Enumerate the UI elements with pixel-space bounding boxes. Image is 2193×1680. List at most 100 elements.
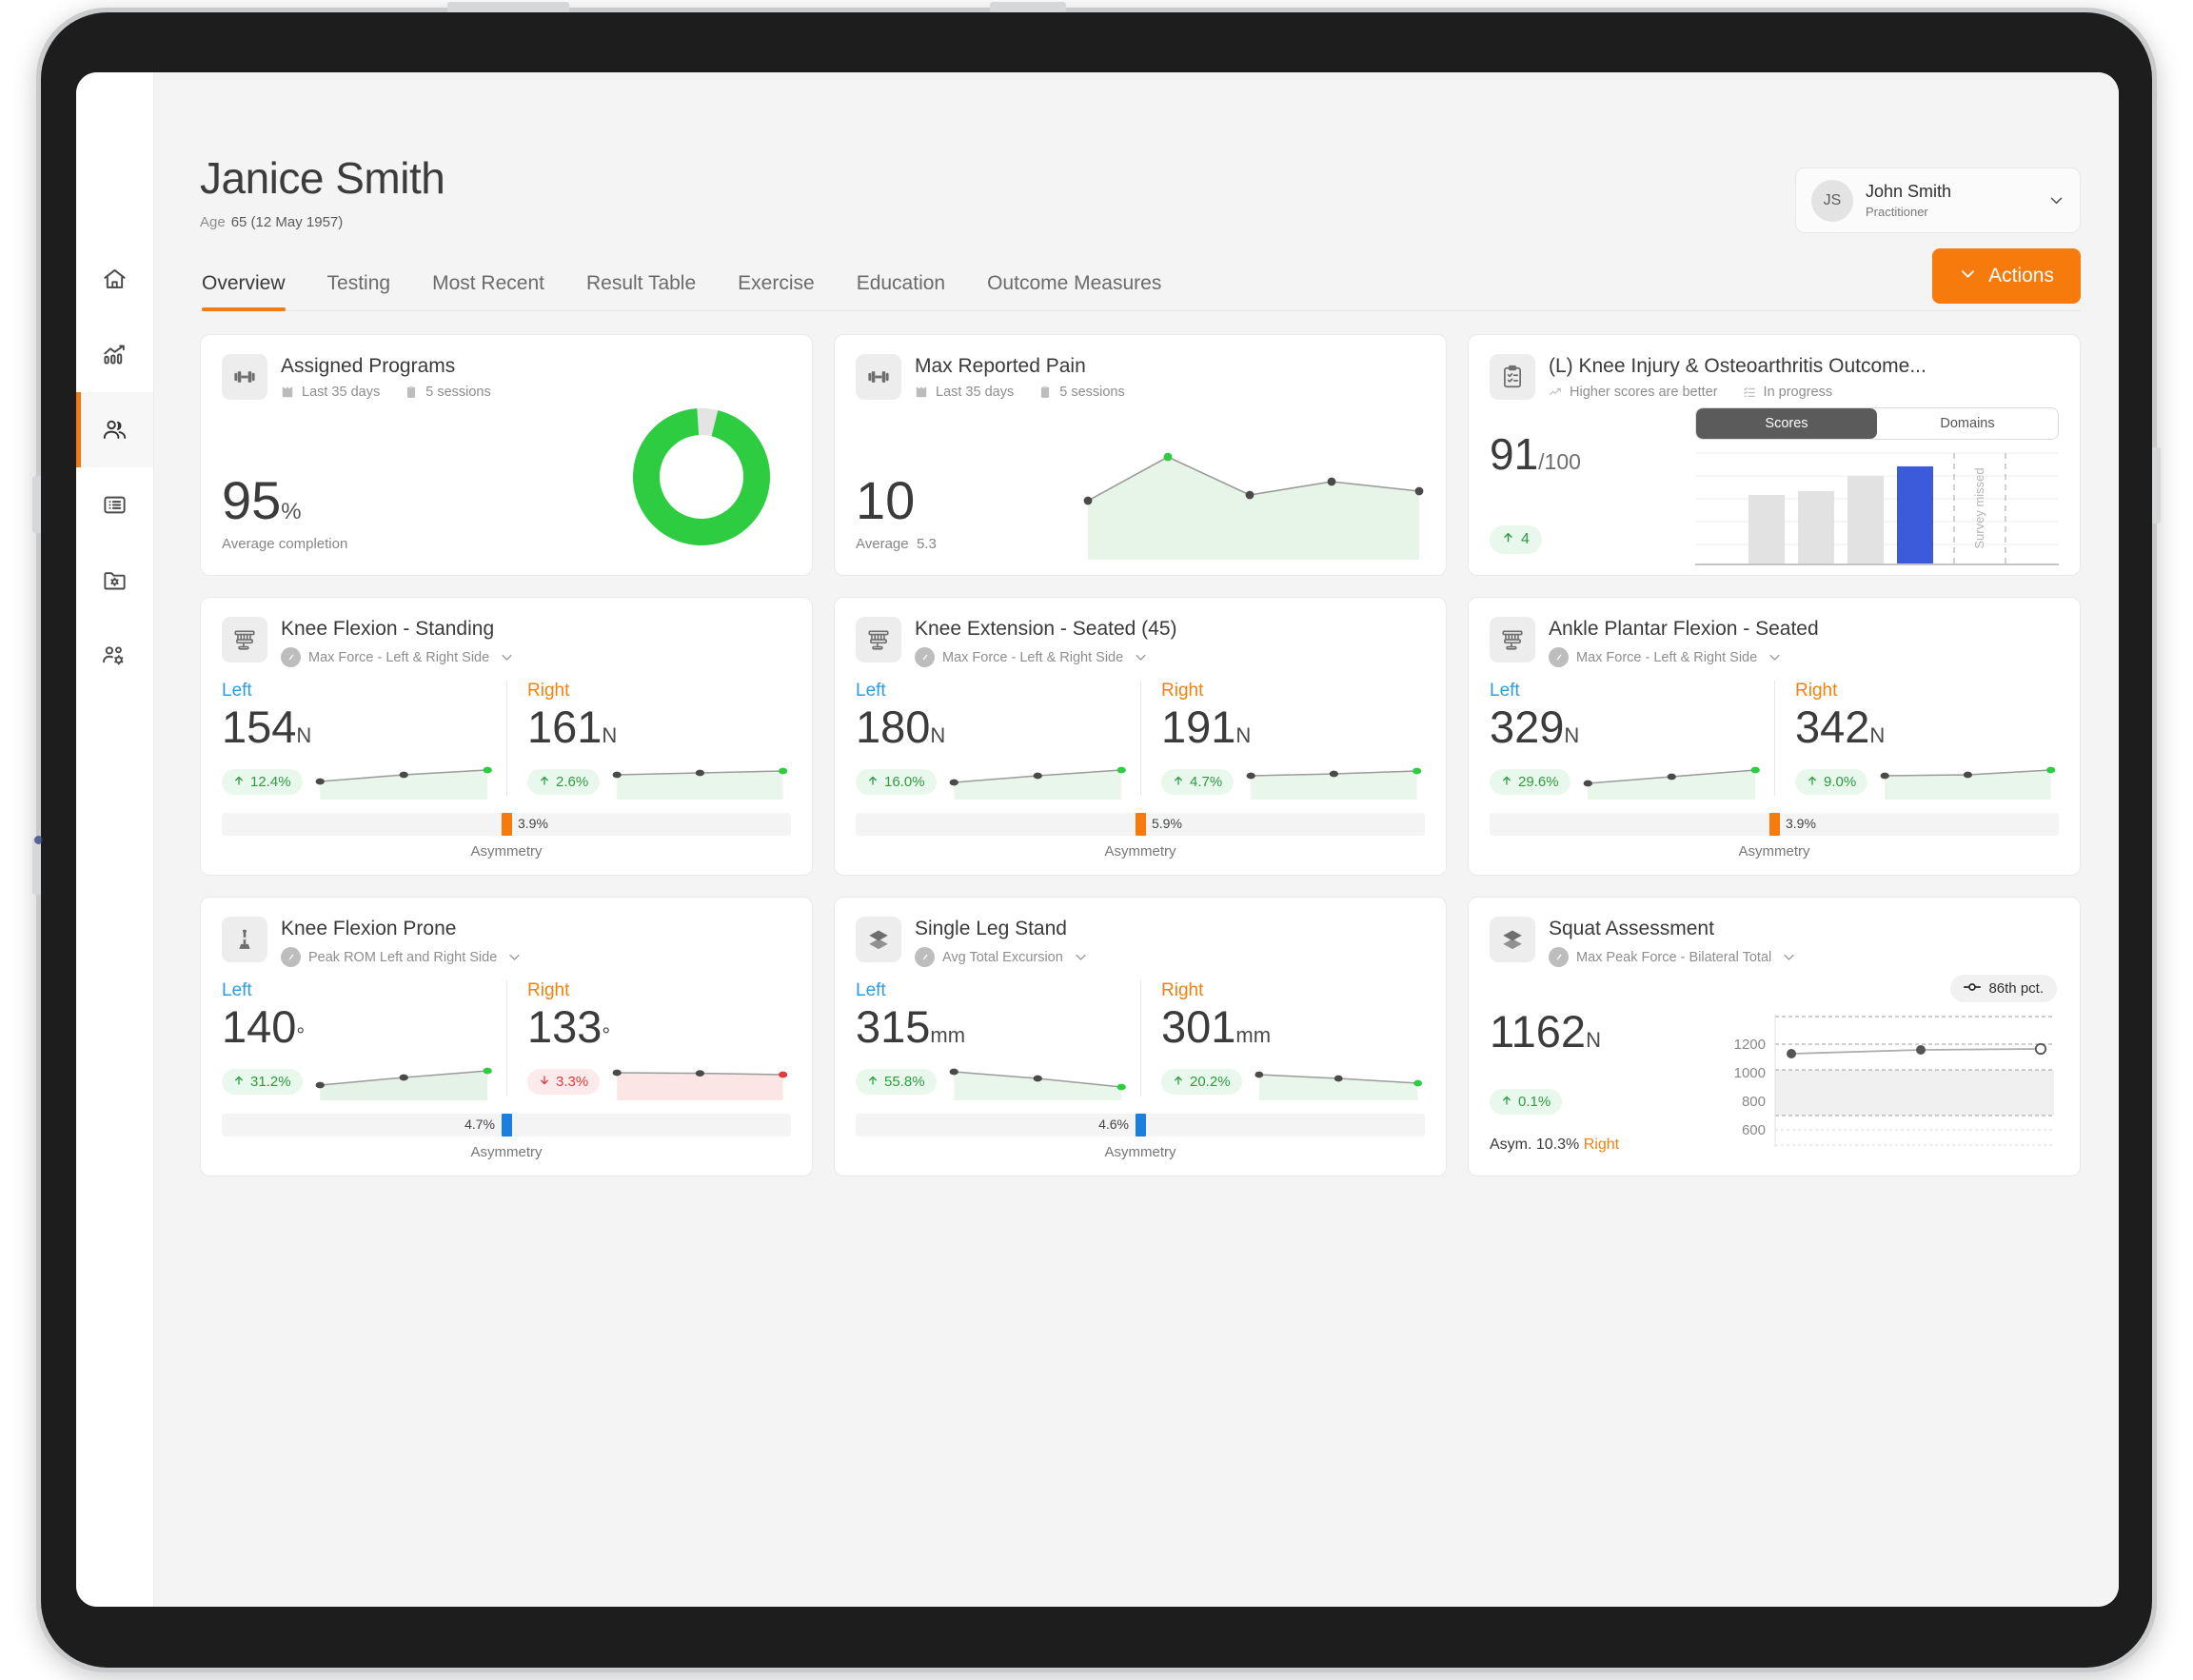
toggle-domains[interactable]: Domains (1877, 408, 2058, 439)
completion-number: 95 (222, 470, 281, 530)
right-unit: N (602, 723, 617, 747)
left-sparkline (312, 1064, 495, 1100)
card-body: 10 Average 5.3 (856, 400, 1425, 560)
left-unit: ° (296, 1023, 305, 1047)
card-title: Max Reported Pain (915, 355, 1125, 378)
folder-settings-icon (102, 567, 128, 593)
squat-asym-value: 10.3% (1536, 1136, 1579, 1153)
card-knee-flexion-standing[interactable]: Knee Flexion - Standing Max Force - Left… (200, 597, 813, 876)
sidebar-item-home[interactable] (76, 242, 153, 317)
right-label: Right (1161, 681, 1425, 702)
clipboard-icon (405, 385, 418, 399)
card-measure-selector[interactable]: Max Force - Left & Right Side (915, 647, 1177, 667)
card-measure-selector[interactable]: Max Force - Left & Right Side (1549, 647, 1819, 667)
tab-most-recent[interactable]: Most Recent (411, 272, 565, 311)
measure-label: Max Peak Force - Bilateral Total (1576, 950, 1771, 965)
left-right-panel: Left 180N 16.0% (856, 681, 1425, 800)
squat-asym-side: Right (1584, 1136, 1619, 1153)
sidebar-item-analytics[interactable] (76, 317, 153, 392)
right-trend-row: 9.0% (1795, 763, 2059, 800)
tab-outcome-measures[interactable]: Outcome Measures (966, 272, 1182, 311)
toggle-scores[interactable]: Scores (1696, 408, 1877, 439)
tab-exercise[interactable]: Exercise (717, 272, 836, 311)
chevron-down-icon (500, 650, 514, 664)
card-measure-selector[interactable]: Avg Total Excursion (915, 947, 1088, 967)
card-measure-selector[interactable]: Max Force - Left & Right Side (281, 647, 514, 667)
tab-result-table[interactable]: Result Table (565, 272, 717, 311)
right-sparkline (609, 1064, 791, 1100)
card-knee-extension-seated[interactable]: Knee Extension - Seated (45) Max Force -… (834, 597, 1447, 876)
calendar-icon (915, 385, 928, 399)
right-sparkline (609, 763, 791, 800)
left-side-block: Left 329N 29.6% (1490, 681, 1774, 800)
chevron-down-icon (507, 950, 522, 964)
tab-testing[interactable]: Testing (306, 272, 412, 311)
card-header: Squat Assessment Max Peak Force - Bilate… (1490, 917, 2059, 967)
force-plates-icon (1490, 917, 1535, 962)
left-right-panel: Left 140° 31.2% (222, 980, 791, 1099)
card-single-leg-stand[interactable]: Single Leg Stand Avg Total Excursion (834, 897, 1447, 1176)
dynamometer-icon (856, 617, 901, 662)
sidebar-item-patients[interactable] (76, 392, 153, 467)
card-max-reported-pain[interactable]: Max Reported Pain Last 35 days (834, 334, 1447, 576)
right-value: 161N (527, 703, 791, 750)
pain-caption-label: Average (856, 536, 909, 552)
card-body: 86th pct. 1162N 0.1% Asym. 10.3% Right (1490, 975, 2059, 1152)
right-trend-row: 4.7% (1161, 763, 1425, 800)
card-assigned-programs[interactable]: Assigned Programs Last 35 days (200, 334, 813, 576)
card-squat-assessment[interactable]: Squat Assessment Max Peak Force - Bilate… (1468, 897, 2081, 1176)
left-sparkline (1580, 763, 1763, 800)
koos-bar-chart: Survey missed (1695, 449, 2059, 569)
right-unit: ° (602, 1023, 610, 1047)
right-sparkline (1877, 763, 2059, 800)
right-label: Right (527, 980, 791, 1001)
right-unit: N (1235, 723, 1251, 747)
sidebar-item-records[interactable] (76, 467, 153, 543)
left-side-block: Left 315mm 55.8% (856, 980, 1140, 1099)
left-delta-badge: 31.2% (222, 1069, 303, 1095)
right-side-block: Right 161N 2.6% (506, 681, 791, 800)
screenshot-stage: Janice Smith Age65 (12 May 1957) JS John… (0, 0, 2193, 1680)
pain-caption: Average 5.3 (856, 536, 937, 552)
y-tick-600: 600 (1742, 1122, 1766, 1138)
card-measure-selector[interactable]: Max Peak Force - Bilateral Total (1549, 947, 1796, 967)
squat-trend-chart: 1200 1000 800 600 (1726, 1007, 2059, 1150)
asymmetry-caption: Asymmetry (222, 843, 791, 860)
asymmetry-bar: 3.9% (222, 813, 791, 836)
asymmetry-caption: Asymmetry (856, 843, 1425, 860)
gauge-icon (915, 647, 935, 667)
pain-caption-value: 5.3 (917, 536, 937, 552)
tab-education[interactable]: Education (836, 272, 966, 311)
right-delta-value: 4.7% (1190, 774, 1222, 790)
tab-overview[interactable]: Overview (200, 272, 306, 311)
age-label: Age (200, 214, 226, 230)
koos-view-toggle[interactable]: Scores Domains (1695, 407, 2059, 440)
sidebar-item-programs[interactable] (76, 543, 153, 618)
asymmetry-caption: Asymmetry (1490, 843, 2059, 860)
left-delta-badge: 55.8% (856, 1069, 937, 1095)
card-titles: (L) Knee Injury & Osteoarthritis Outcome… (1549, 354, 1926, 400)
arrow-up-icon (1173, 774, 1184, 790)
tabs: Overview Testing Most Recent Result Tabl… (200, 272, 1182, 311)
left-label: Left (222, 980, 495, 1001)
card-measure-selector[interactable]: Peak ROM Left and Right Side (281, 947, 522, 967)
left-right-panel: Left 315mm 55.8% (856, 980, 1425, 1099)
asymmetry-value: 3.9% (518, 816, 548, 831)
card-titles: Single Leg Stand Avg Total Excursion (915, 917, 1088, 967)
card-knee-flexion-prone[interactable]: Knee Flexion Prone Peak ROM Left and Rig… (200, 897, 813, 1176)
koos-score-denominator: /100 (1538, 449, 1581, 474)
card-titles: Ankle Plantar Flexion - Seated Max Force… (1549, 617, 1819, 667)
dashboard-grid: Assigned Programs Last 35 days (200, 334, 2081, 1176)
clipboard-icon (1038, 385, 1052, 399)
user-menu[interactable]: JS John Smith Practitioner (1795, 168, 2081, 233)
koos-score-value: 91 (1490, 429, 1538, 479)
card-ankle-plantar-flexion[interactable]: Ankle Plantar Flexion - Seated Max Force… (1468, 597, 2081, 876)
left-trend-row: 29.6% (1490, 763, 1763, 800)
actions-button[interactable]: Actions (1932, 248, 2081, 304)
card-koos-outcome[interactable]: (L) Knee Injury & Osteoarthritis Outcome… (1468, 334, 2081, 576)
sidebar-item-team[interactable] (76, 618, 153, 693)
right-delta-badge: 3.3% (527, 1069, 600, 1095)
asymmetry-bar: 4.6% (856, 1114, 1425, 1136)
chevron-down-icon (1074, 950, 1088, 964)
measure-label: Peak ROM Left and Right Side (308, 950, 497, 965)
